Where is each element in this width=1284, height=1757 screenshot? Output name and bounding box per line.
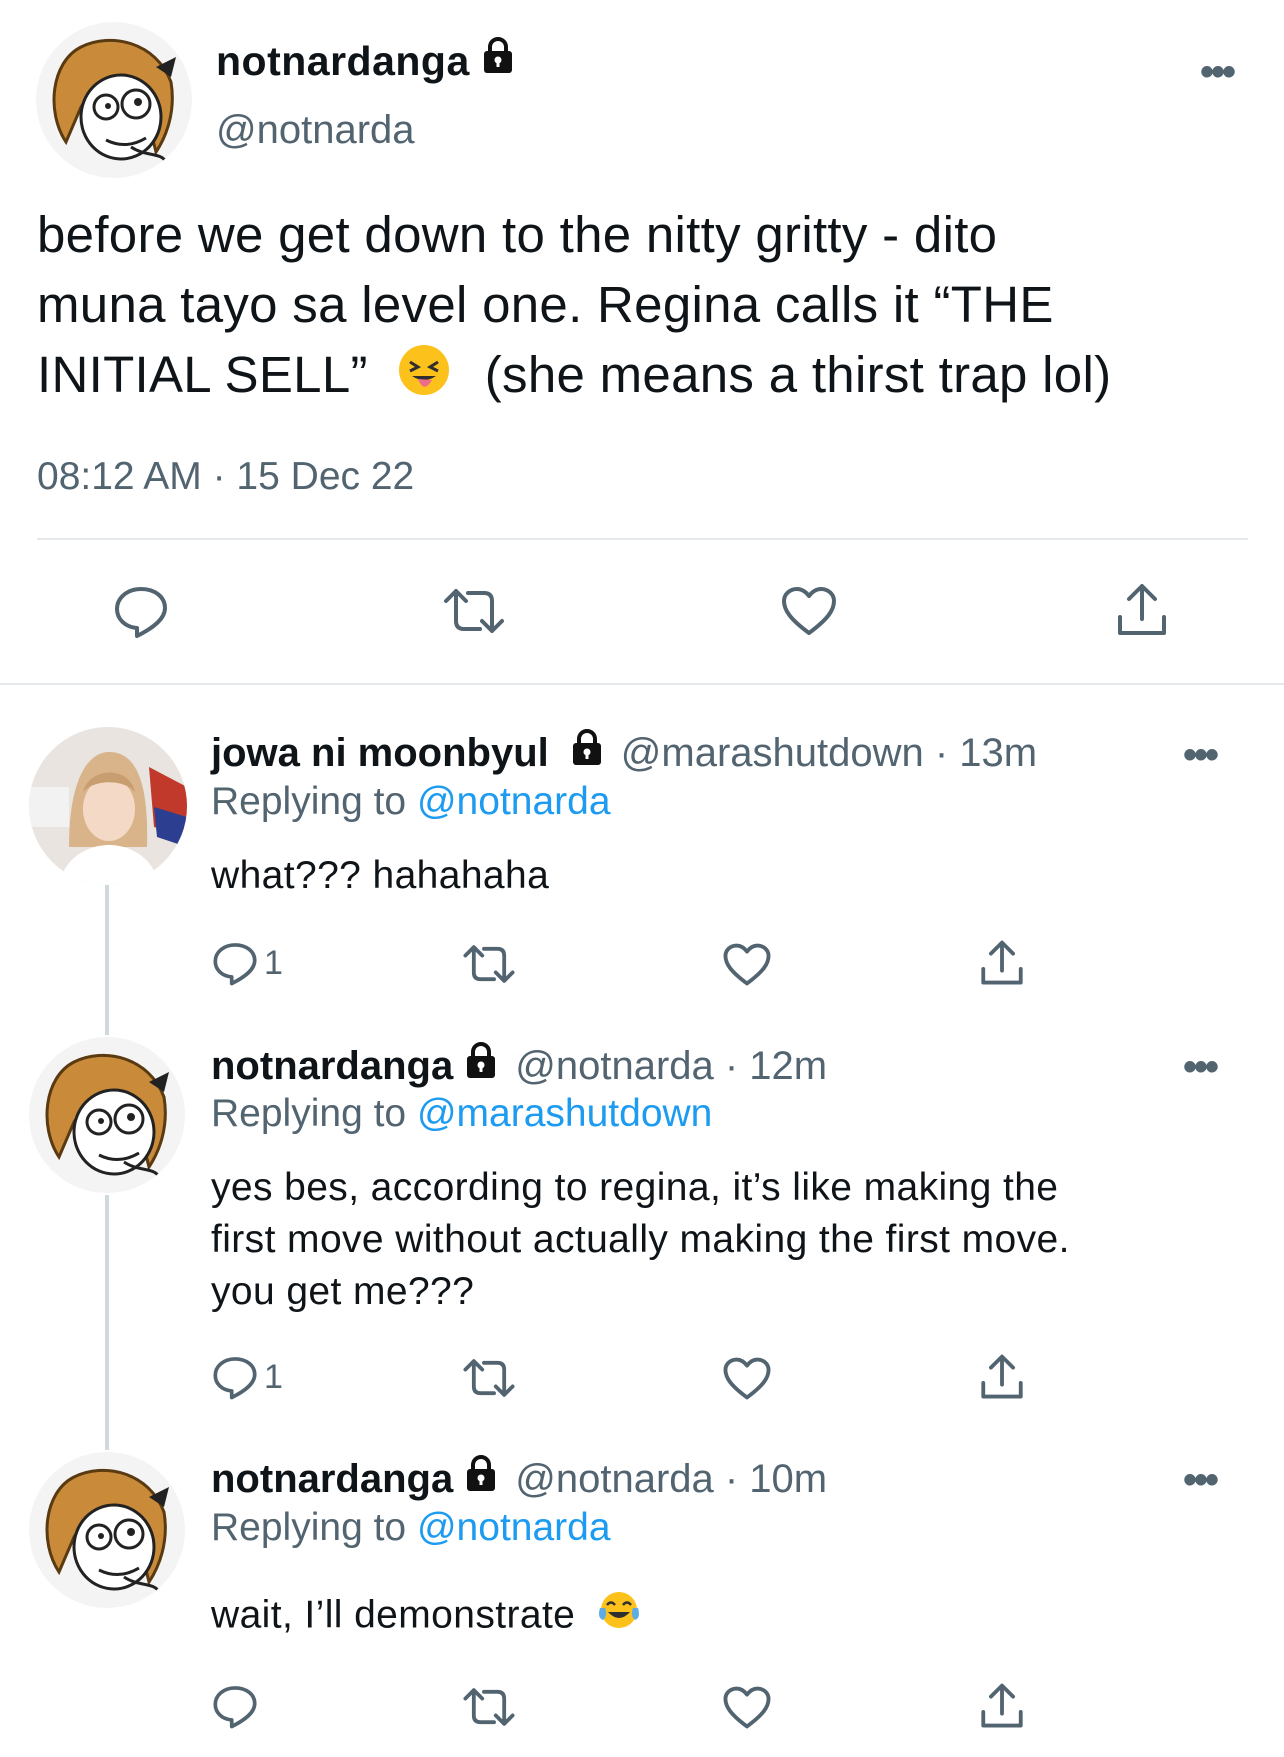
reply-button[interactable] [113, 583, 169, 644]
more-options-icon[interactable]: ••• [1200, 52, 1236, 92]
share-icon [981, 1683, 1023, 1728]
reply-header[interactable]: notnardanga @notnarda · 10m [211, 1454, 827, 1504]
retweet-button[interactable] [462, 1685, 516, 1734]
reply-text-line: yes bes, according to regina, it’s like … [211, 1166, 1059, 1209]
meme-face-icon [29, 1452, 185, 1608]
tweet-timestamp[interactable]: 08:12 AM · 15 Dec 22 [37, 455, 414, 499]
reply-text-line: wait, I’ll demonstrate [211, 1593, 576, 1637]
thread-connector [105, 1195, 109, 1450]
reply-icon [115, 587, 167, 638]
retweet-button[interactable] [462, 1356, 516, 1405]
reply-avatar[interactable] [29, 727, 187, 885]
like-button[interactable] [722, 1356, 772, 1406]
retweet-icon [463, 945, 515, 983]
reply-text: wait, I’ll demonstrate [211, 1588, 1211, 1646]
reply-text: what??? hahahaha [211, 850, 1211, 902]
tweet-text-line: muna tayo sa level one. Regina calls it … [37, 276, 1054, 333]
reply-button[interactable] [212, 1683, 264, 1729]
mention-link[interactable]: @notnarda [417, 1506, 611, 1549]
divider [37, 538, 1248, 540]
lock-icon [461, 1454, 501, 1504]
lock-icon [478, 36, 518, 86]
reply-avatar[interactable] [29, 1452, 185, 1608]
share-icon [981, 1354, 1023, 1399]
tweet-text-line: INITIAL SELL” (she means a thirst trap l… [37, 340, 1237, 416]
reply-handle-time[interactable]: @marashutdown · 13m [621, 731, 1037, 776]
reply-header[interactable]: notnardanga @notnarda · 12m [211, 1041, 827, 1091]
replying-to: Replying to @notnarda [211, 1506, 611, 1550]
like-button[interactable] [780, 585, 838, 642]
reply-icon [213, 1686, 257, 1729]
thread-connector [105, 885, 109, 1035]
divider [0, 683, 1284, 685]
replying-prefix: Replying to [211, 780, 407, 823]
tweet-text-segment: (she means a thirst trap lol) [484, 346, 1112, 403]
reply-button[interactable]: 1 [212, 940, 283, 986]
share-button[interactable] [1115, 581, 1169, 644]
reply-handle-time[interactable]: @notnarda · 12m [515, 1044, 827, 1089]
lock-icon [461, 1041, 501, 1091]
author-avatar[interactable] [36, 22, 192, 178]
replying-prefix: Replying to [211, 1092, 407, 1135]
replying-to: Replying to @notnarda [211, 780, 611, 824]
reply-icon [213, 1357, 257, 1400]
reply-text-line: first move without actually making the f… [211, 1218, 1070, 1261]
reply-text-line: what??? hahahaha [211, 854, 550, 897]
reply-display-name[interactable]: notnardanga [211, 1044, 453, 1089]
tweet-text-segment: INITIAL SELL” [37, 346, 368, 403]
lock-icon [567, 728, 607, 778]
replying-to: Replying to @marashutdown [211, 1092, 712, 1136]
reply-header[interactable]: jowa ni moonbyul @marashutdown · 13m [211, 728, 1037, 778]
reply-text-line: you get me??? [211, 1270, 475, 1313]
retweet-icon [463, 1359, 515, 1397]
reply-display-name[interactable]: notnardanga [211, 1457, 453, 1502]
tweet-text-line: before we get down to the nitty gritty -… [37, 206, 998, 263]
tweet-text: before we get down to the nitty gritty -… [37, 200, 1237, 416]
more-options-icon[interactable]: ••• [1183, 1047, 1219, 1087]
reply-text: yes bes, according to regina, it’s like … [211, 1162, 1211, 1318]
author-handle[interactable]: @notnarda [216, 108, 415, 153]
mention-link[interactable]: @marashutdown [417, 1092, 712, 1135]
author-display-name[interactable]: notnardanga [216, 36, 518, 86]
reply-icon [213, 943, 257, 986]
like-button[interactable] [722, 1685, 772, 1735]
reply-count: 1 [264, 1357, 283, 1396]
reply-display-name[interactable]: jowa ni moonbyul [211, 731, 549, 776]
reply-handle-time[interactable]: @notnarda · 10m [515, 1457, 827, 1502]
share-button[interactable] [979, 1681, 1025, 1736]
share-icon [981, 940, 1023, 985]
reply-count: 1 [264, 943, 283, 982]
like-icon [723, 943, 771, 986]
reply-button[interactable]: 1 [212, 1354, 283, 1400]
display-name-text: notnardanga [216, 37, 470, 84]
like-icon [782, 587, 836, 635]
meme-face-icon [29, 1037, 185, 1193]
reply-avatar[interactable] [29, 1037, 185, 1193]
replying-prefix: Replying to [211, 1506, 407, 1549]
retweet-icon [463, 1688, 515, 1726]
share-button[interactable] [979, 938, 1025, 993]
retweet-button[interactable] [462, 942, 516, 991]
user-photo-icon [29, 727, 187, 885]
like-button[interactable] [722, 942, 772, 992]
retweet-button[interactable] [442, 585, 506, 642]
like-icon [723, 1686, 771, 1729]
tears-of-joy-emoji-icon [597, 1588, 641, 1646]
share-icon [1118, 584, 1166, 635]
mention-link[interactable]: @notnarda [417, 780, 611, 823]
squinting-tongue-emoji-icon [396, 342, 452, 416]
more-options-icon[interactable]: ••• [1183, 1460, 1219, 1500]
more-options-icon[interactable]: ••• [1183, 735, 1219, 775]
share-button[interactable] [979, 1352, 1025, 1407]
meme-face-icon [36, 22, 192, 178]
like-icon [723, 1357, 771, 1400]
retweet-icon [444, 589, 504, 633]
